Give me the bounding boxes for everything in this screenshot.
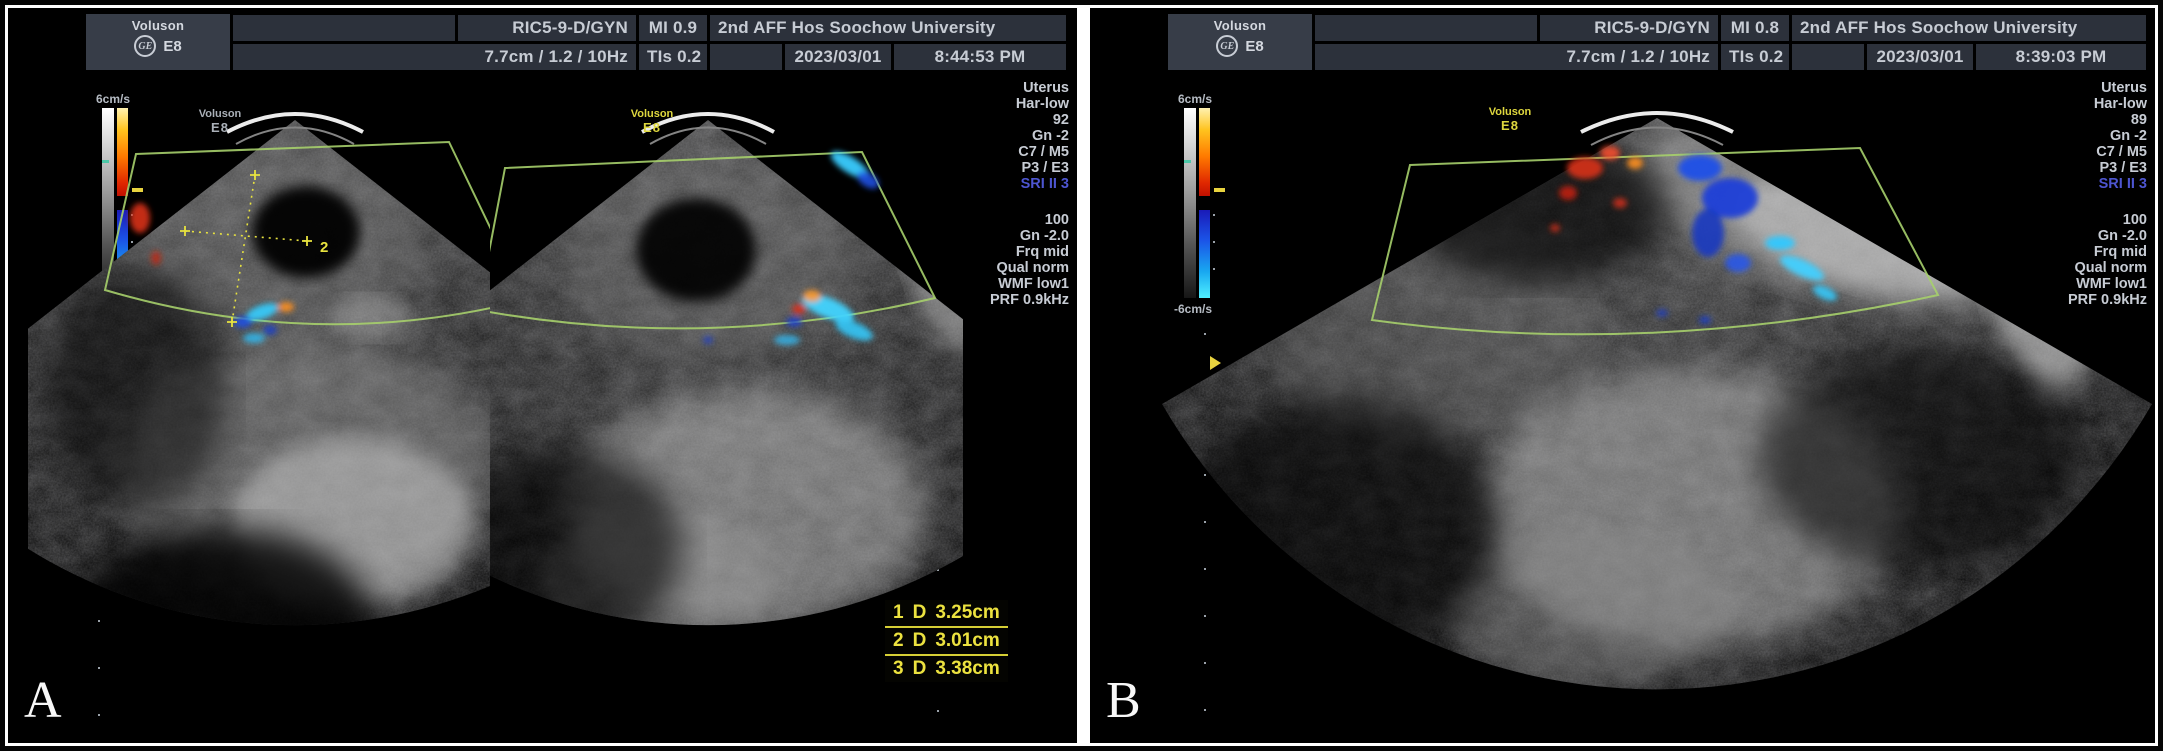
measurement-dim: D	[913, 630, 927, 652]
setting-harmonics: Har-low	[919, 96, 1069, 112]
measurement-results: 1 D 3.25cm 2 D 3.01cm 3 D 3.38cm	[885, 600, 1008, 682]
tis-value: TIs 0.2	[639, 44, 707, 70]
depth-frequency: 7.7cm / 1.2 / 10Hz	[233, 44, 636, 70]
panel-letter-label: A	[24, 674, 62, 728]
measurement-index: 3	[893, 658, 904, 680]
probe-name: RIC5-9-D/GYN	[1540, 15, 1718, 41]
setting-exam-type: Uterus	[1997, 80, 2147, 96]
setting-b-gain: 92	[919, 112, 1069, 128]
watermark-model: E8	[188, 121, 252, 134]
brand-name: Voluson	[1168, 18, 1312, 33]
setting-exam-type: Uterus	[919, 80, 1069, 96]
mi-value: MI 0.9	[639, 15, 707, 41]
setting-contrast-map: C7 / M5	[1997, 144, 2147, 160]
exam-time: 8:39:03 PM	[1976, 44, 2146, 70]
panel-b: Voluson GE E8 RIC5-9-D/GYN MI 0.8 2nd AF…	[1090, 8, 2155, 743]
probe-name: RIC5-9-D/GYN	[458, 15, 636, 41]
setting-harmonics: Har-low	[1997, 96, 2147, 112]
measurement-value: 3.01cm	[935, 630, 999, 652]
setting-contrast-map: C7 / M5	[919, 144, 1069, 160]
setting-color-gain: 100	[1997, 212, 2147, 228]
ge-monogram-icon: GE	[1216, 35, 1238, 57]
measurement-index: 1	[893, 602, 904, 624]
setting-prf: PRF 0.9kHz	[1997, 292, 2147, 308]
measurement-row: 2 D 3.01cm	[885, 628, 1008, 656]
setting-persistence: P3 / E3	[1997, 160, 2147, 176]
header-spacer	[710, 44, 782, 70]
measurement-row: 1 D 3.25cm	[885, 600, 1008, 628]
imaging-settings-column: Uterus Har-low 89 Gn -2 C7 / M5 P3 / E3 …	[1997, 80, 2147, 308]
setting-quality: Qual norm	[919, 260, 1069, 276]
exam-date: 2023/03/01	[785, 44, 891, 70]
measurement-row: 3 D 3.38cm	[885, 656, 1008, 682]
setting-gn: Gn -2	[1997, 128, 2147, 144]
brand-name: Voluson	[86, 18, 230, 33]
brand-model: E8	[163, 38, 181, 55]
ge-voluson-logo: Voluson GE E8	[1168, 14, 1312, 70]
voluson-watermark-active: Voluson E8	[620, 108, 684, 134]
setting-wmf: WMF low1	[919, 276, 1069, 292]
caliper-number-label: 2	[320, 239, 328, 256]
setting-color-gn: Gn -2.0	[919, 228, 1069, 244]
setting-frequency: Frq mid	[919, 244, 1069, 260]
setting-b-gain: 89	[1997, 112, 2147, 128]
header-spacer	[1315, 15, 1537, 41]
ultrasound-figure: Voluson GE E8 RIC5-9-D/GYN MI 0.9 2nd AF…	[0, 0, 2163, 751]
institution-name: 2nd AFF Hos Soochow University	[1792, 15, 2146, 41]
measurement-index: 2	[893, 630, 904, 652]
header-spacer	[233, 15, 455, 41]
ultrasound-image-single	[1090, 68, 2155, 743]
ge-monogram-icon: GE	[134, 35, 156, 57]
setting-color-gain: 100	[919, 212, 1069, 228]
depth-frequency: 7.7cm / 1.2 / 10Hz	[1315, 44, 1718, 70]
institution-name: 2nd AFF Hos Soochow University	[710, 15, 1066, 41]
imaging-settings-column: Uterus Har-low 92 Gn -2 C7 / M5 P3 / E3 …	[919, 80, 1069, 308]
tis-value: TIs 0.2	[1721, 44, 1789, 70]
setting-sri: SRI II 3	[919, 176, 1069, 192]
setting-prf: PRF 0.9kHz	[919, 292, 1069, 308]
voluson-watermark-active: Voluson E8	[1478, 106, 1542, 132]
measurement-dim: D	[913, 658, 927, 680]
ge-voluson-logo: Voluson GE E8	[86, 14, 230, 70]
setting-frequency: Frq mid	[1997, 244, 2147, 260]
setting-quality: Qual norm	[1997, 260, 2147, 276]
panel-letter-label: B	[1106, 674, 1141, 728]
setting-persistence: P3 / E3	[919, 160, 1069, 176]
panel-a: Voluson GE E8 RIC5-9-D/GYN MI 0.9 2nd AF…	[8, 8, 1077, 743]
setting-gn: Gn -2	[919, 128, 1069, 144]
measurement-value: 3.38cm	[935, 658, 999, 680]
setting-wmf: WMF low1	[1997, 276, 2147, 292]
header-spacer	[1792, 44, 1864, 70]
mi-value: MI 0.8	[1721, 15, 1789, 41]
voluson-watermark: Voluson E8	[188, 108, 252, 134]
measurement-dim: D	[913, 602, 927, 624]
setting-color-gn: Gn -2.0	[1997, 228, 2147, 244]
brand-model: E8	[1245, 38, 1263, 55]
watermark-model: E8	[1478, 119, 1542, 132]
watermark-model: E8	[620, 121, 684, 134]
measurement-value: 3.25cm	[935, 602, 999, 624]
setting-sri: SRI II 3	[1997, 176, 2147, 192]
exam-date: 2023/03/01	[1867, 44, 1973, 70]
exam-time: 8:44:53 PM	[894, 44, 1066, 70]
